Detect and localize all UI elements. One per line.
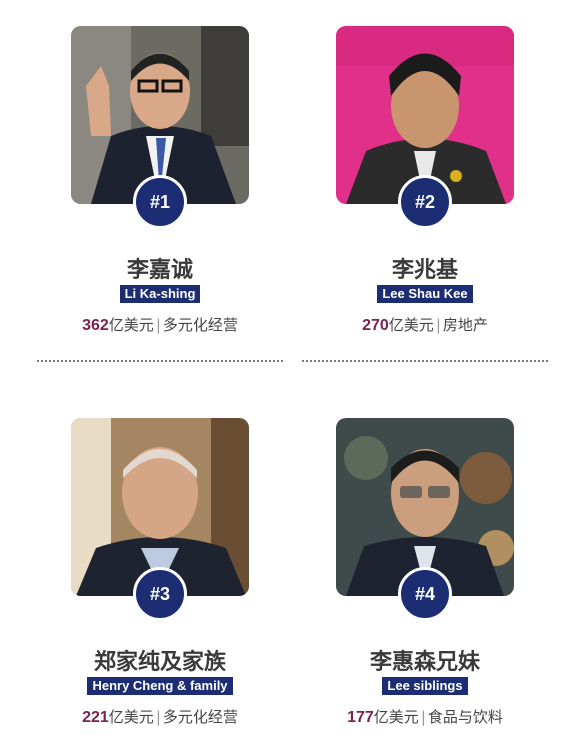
name-english: Li Ka-shing	[119, 285, 201, 303]
name-english: Henry Cheng & family	[87, 677, 233, 695]
separator: |	[155, 708, 161, 726]
net-worth-amount: 221	[82, 709, 109, 726]
dotted-divider-right	[302, 360, 548, 362]
net-worth-amount: 270	[362, 317, 389, 334]
name-chinese: 李兆基	[391, 258, 458, 283]
separator: |	[435, 316, 441, 334]
rank-badge: #2	[398, 175, 452, 229]
net-worth-unit: 亿美元	[388, 316, 434, 334]
name-english: Lee Shau Kee	[377, 285, 473, 303]
net-worth-unit: 亿美元	[108, 316, 154, 334]
net-worth-amount: 362	[82, 317, 109, 334]
industry: 多元化经营	[162, 316, 238, 334]
name-english: Lee siblings	[382, 677, 468, 695]
separator: |	[155, 316, 161, 334]
name-chinese: 李惠森兄妹	[369, 650, 480, 675]
industry: 房地产	[442, 316, 488, 334]
rank-badge: #1	[133, 175, 187, 229]
industry: 食品与饮料	[427, 708, 503, 726]
net-worth-unit: 亿美元	[373, 708, 419, 726]
wealth-line: 177亿美元 | 食品与饮料	[265, 706, 566, 727]
net-worth-unit: 亿美元	[108, 708, 154, 726]
wealth-line: 270亿美元 | 房地产	[265, 314, 566, 335]
net-worth-amount: 177	[347, 709, 374, 726]
industry: 多元化经营	[162, 708, 238, 726]
separator: |	[420, 708, 426, 726]
rank-badge: #4	[398, 567, 452, 621]
dotted-divider-left	[37, 360, 283, 362]
rank-badge: #3	[133, 567, 187, 621]
